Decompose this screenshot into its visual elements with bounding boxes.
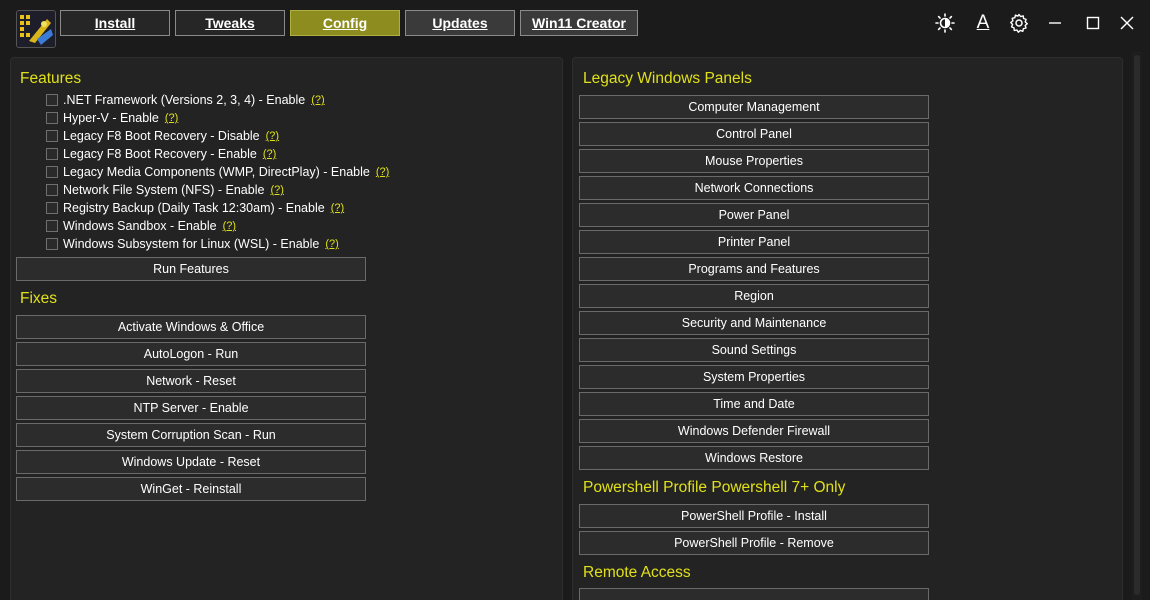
feature-label: Windows Sandbox - Enable bbox=[63, 219, 217, 233]
tab-install[interactable]: Install bbox=[60, 10, 170, 36]
windows-restore-button[interactable]: Windows Restore bbox=[579, 446, 929, 470]
feature-row-f8-disable[interactable]: Legacy F8 Boot Recovery - Disable (?) bbox=[46, 128, 279, 144]
feature-checkbox[interactable] bbox=[46, 238, 58, 250]
mouse-properties-button[interactable]: Mouse Properties bbox=[579, 149, 929, 173]
font-icon-glyph: A bbox=[976, 12, 990, 33]
feature-row-f8-enable[interactable]: Legacy F8 Boot Recovery - Enable (?) bbox=[46, 146, 276, 162]
tab-updates[interactable]: Updates bbox=[405, 10, 515, 36]
feature-label: Legacy F8 Boot Recovery - Enable bbox=[63, 147, 257, 161]
windows-update-reset-button[interactable]: Windows Update - Reset bbox=[16, 450, 366, 474]
features-title: Features bbox=[20, 70, 82, 87]
help-link[interactable]: (?) bbox=[266, 130, 279, 142]
feature-row-dotnet[interactable]: .NET Framework (Versions 2, 3, 4) - Enab… bbox=[46, 92, 325, 108]
programs-and-features-button[interactable]: Programs and Features bbox=[579, 257, 929, 281]
font-icon[interactable]: A bbox=[970, 10, 996, 36]
feature-checkbox[interactable] bbox=[46, 94, 58, 106]
maximize-icon[interactable] bbox=[1080, 10, 1106, 36]
legacy-panels-title: Legacy Windows Panels bbox=[583, 70, 752, 87]
feature-checkbox[interactable] bbox=[46, 166, 58, 178]
autologon-run-button[interactable]: AutoLogon - Run bbox=[16, 342, 366, 366]
help-link[interactable]: (?) bbox=[165, 112, 178, 124]
tab-config[interactable]: Config bbox=[290, 10, 400, 36]
feature-checkbox[interactable] bbox=[46, 202, 58, 214]
winget-reinstall-button[interactable]: WinGet - Reinstall bbox=[16, 477, 366, 501]
close-icon[interactable] bbox=[1114, 10, 1140, 36]
remote-access-title: Remote Access bbox=[583, 564, 691, 581]
feature-checkbox[interactable] bbox=[46, 130, 58, 142]
feature-row-hyperv[interactable]: Hyper-V - Enable (?) bbox=[46, 110, 178, 126]
feature-checkbox[interactable] bbox=[46, 220, 58, 232]
feature-label: Hyper-V - Enable bbox=[63, 111, 159, 125]
printer-panel-button[interactable]: Printer Panel bbox=[579, 230, 929, 254]
network-connections-button[interactable]: Network Connections bbox=[579, 176, 929, 200]
feature-row-legacy-media[interactable]: Legacy Media Components (WMP, DirectPlay… bbox=[46, 164, 389, 180]
ntp-server-enable-button[interactable]: NTP Server - Enable bbox=[16, 396, 366, 420]
power-panel-button[interactable]: Power Panel bbox=[579, 203, 929, 227]
feature-row-registry-backup[interactable]: Registry Backup (Daily Task 12:30am) - E… bbox=[46, 200, 344, 216]
control-panel-button[interactable]: Control Panel bbox=[579, 122, 929, 146]
tab-win11-creator[interactable]: Win11 Creator bbox=[520, 10, 638, 36]
powershell-profile-install-button[interactable]: PowerShell Profile - Install bbox=[579, 504, 929, 528]
system-properties-button[interactable]: System Properties bbox=[579, 365, 929, 389]
tab-tweaks[interactable]: Tweaks bbox=[175, 10, 285, 36]
feature-label: Windows Subsystem for Linux (WSL) - Enab… bbox=[63, 237, 320, 251]
fixes-title: Fixes bbox=[20, 290, 58, 307]
help-link[interactable]: (?) bbox=[376, 166, 389, 178]
title-bar: Install Tweaks Config Updates Win11 Crea… bbox=[0, 0, 1150, 48]
feature-label: Legacy F8 Boot Recovery - Disable bbox=[63, 129, 260, 143]
time-and-date-button[interactable]: Time and Date bbox=[579, 392, 929, 416]
run-features-button[interactable]: Run Features bbox=[16, 257, 366, 281]
help-link[interactable]: (?) bbox=[325, 238, 338, 250]
feature-checkbox[interactable] bbox=[46, 112, 58, 124]
feature-label: Registry Backup (Daily Task 12:30am) - E… bbox=[63, 201, 325, 215]
minimize-icon[interactable] bbox=[1042, 10, 1068, 36]
remote-access-button-partial[interactable] bbox=[579, 588, 929, 600]
powershell-profile-title: Powershell Profile Powershell 7+ Only bbox=[583, 479, 846, 496]
feature-label: Network File System (NFS) - Enable bbox=[63, 183, 265, 197]
network-reset-button[interactable]: Network - Reset bbox=[16, 369, 366, 393]
feature-row-sandbox[interactable]: Windows Sandbox - Enable (?) bbox=[46, 218, 236, 234]
region-button[interactable]: Region bbox=[579, 284, 929, 308]
feature-row-nfs[interactable]: Network File System (NFS) - Enable (?) bbox=[46, 182, 284, 198]
system-corruption-scan-button[interactable]: System Corruption Scan - Run bbox=[16, 423, 366, 447]
sound-settings-button[interactable]: Sound Settings bbox=[579, 338, 929, 362]
feature-label: .NET Framework (Versions 2, 3, 4) - Enab… bbox=[63, 93, 306, 107]
computer-management-button[interactable]: Computer Management bbox=[579, 95, 929, 119]
app-logo-icon bbox=[16, 10, 56, 48]
activate-windows-office-button[interactable]: Activate Windows & Office bbox=[16, 315, 366, 339]
feature-checkbox[interactable] bbox=[46, 184, 58, 196]
feature-checkbox[interactable] bbox=[46, 148, 58, 160]
theme-icon[interactable] bbox=[932, 10, 958, 36]
scrollbar-thumb[interactable] bbox=[1134, 55, 1140, 595]
help-link[interactable]: (?) bbox=[263, 148, 276, 160]
help-link[interactable]: (?) bbox=[270, 184, 283, 196]
help-link[interactable]: (?) bbox=[311, 94, 324, 106]
settings-icon[interactable] bbox=[1006, 10, 1032, 36]
help-link[interactable]: (?) bbox=[223, 220, 236, 232]
powershell-profile-remove-button[interactable]: PowerShell Profile - Remove bbox=[579, 531, 929, 555]
feature-row-wsl[interactable]: Windows Subsystem for Linux (WSL) - Enab… bbox=[46, 236, 339, 252]
security-and-maintenance-button[interactable]: Security and Maintenance bbox=[579, 311, 929, 335]
feature-label: Legacy Media Components (WMP, DirectPlay… bbox=[63, 165, 370, 179]
help-link[interactable]: (?) bbox=[331, 202, 344, 214]
windows-defender-firewall-button[interactable]: Windows Defender Firewall bbox=[579, 419, 929, 443]
